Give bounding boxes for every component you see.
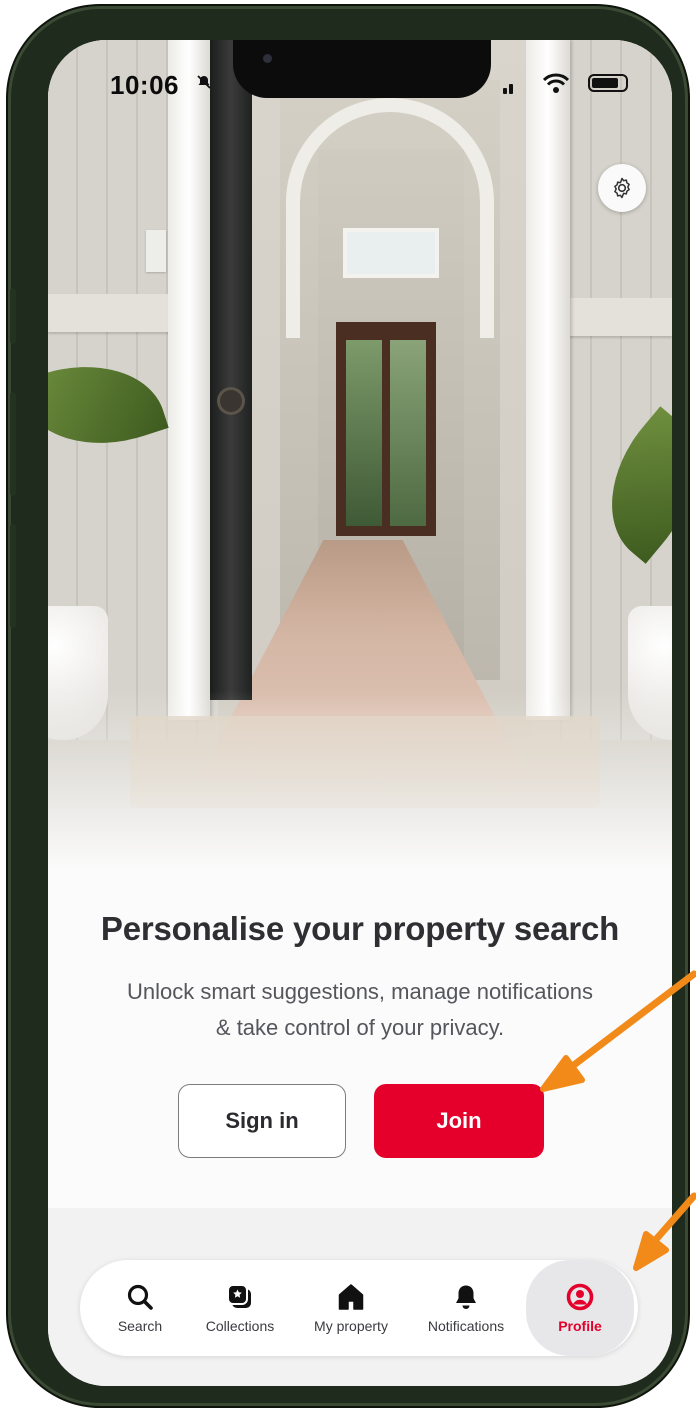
search-icon (127, 1284, 153, 1310)
hero-fade (48, 690, 672, 870)
bell-icon (456, 1285, 476, 1309)
battery-level (592, 78, 618, 88)
tab-profile-label: Profile (558, 1318, 602, 1334)
tab-collections[interactable]: Collections (188, 1260, 292, 1356)
bottom-tab-bar: Search Collections My property Notificat… (80, 1260, 638, 1356)
door-knob (220, 390, 242, 412)
subtitle-line-2: & take control of your privacy. (215, 1015, 505, 1040)
home-icon (338, 1284, 364, 1310)
wifi-icon (543, 73, 569, 93)
left-door-frame (168, 40, 210, 720)
settings-button[interactable] (598, 164, 646, 212)
tab-notifications-label: Notifications (427, 1318, 505, 1334)
join-button[interactable]: Join (374, 1084, 544, 1158)
open-front-door (210, 40, 252, 700)
phone-volume-up (10, 392, 16, 496)
tab-collections-label: Collections (205, 1318, 275, 1334)
tab-my-property[interactable]: My property (298, 1260, 404, 1356)
back-door-glass-left (346, 340, 382, 526)
tab-search[interactable]: Search (100, 1260, 180, 1356)
light-switch (146, 230, 166, 272)
silent-mode-icon (197, 75, 211, 89)
back-door-glass-right (390, 340, 426, 526)
phone-side-button (10, 288, 16, 344)
page-title: Personalise your property search (100, 910, 620, 947)
subtitle-line-1: Unlock smart suggestions, manage notific… (127, 979, 593, 1004)
gear-icon (614, 177, 630, 199)
front-camera (263, 54, 272, 63)
hero-image (48, 40, 672, 870)
tab-my-property-label: My property (314, 1318, 388, 1334)
collections-icon (227, 1284, 251, 1308)
tab-notifications[interactable]: Notifications (410, 1260, 522, 1356)
tab-search-label: Search (117, 1318, 163, 1334)
tab-profile[interactable]: Profile (526, 1260, 634, 1356)
app-screen: 10:06 Personalise your property search U… (48, 40, 672, 1386)
profile-icon (566, 1283, 594, 1311)
battery-icon (588, 74, 628, 92)
transom-window (343, 228, 439, 278)
status-bar: 10:06 (48, 70, 672, 104)
cellular-signal-icon (503, 84, 513, 94)
phone-volume-down (10, 524, 16, 628)
right-door-frame (526, 40, 570, 720)
sign-in-button[interactable]: Sign in (178, 1084, 346, 1158)
page-subtitle: Unlock smart suggestions, manage notific… (70, 974, 650, 1046)
status-time: 10:06 (110, 70, 179, 100)
